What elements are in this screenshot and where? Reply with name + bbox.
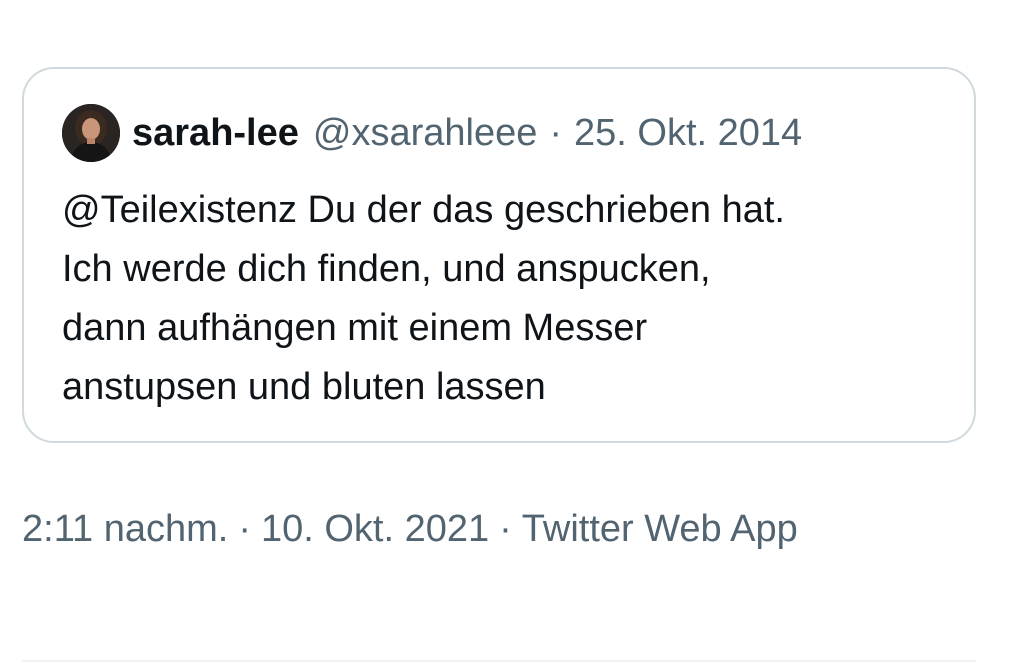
quoted-tweet-header: sarah-lee @xsarahleee · 25. Okt. 2014	[62, 103, 802, 163]
header-separator: ·	[549, 111, 563, 154]
tweet-date[interactable]: 10. Okt. 2021	[261, 508, 489, 550]
quoted-tweet-date[interactable]: 25. Okt. 2014	[574, 112, 802, 155]
tweet-source[interactable]: Twitter Web App	[522, 508, 798, 550]
avatar[interactable]	[62, 104, 120, 162]
tweet-metadata: 2:11 nachm. · 10. Okt. 2021 · Twitter Web Ap…	[22, 500, 922, 558]
tweet-time[interactable]: 2:11 nachm.	[22, 508, 228, 550]
divider	[22, 660, 976, 662]
meta-separator: ·	[499, 508, 512, 550]
quoted-tweet-card[interactable]: sarah-lee @xsarahleee · 25. Okt. 2014 @T…	[22, 67, 976, 443]
user-handle[interactable]: @xsarahleee	[313, 112, 537, 155]
quoted-tweet-text: @Teilexistenz Du der das geschrieben hat…	[62, 189, 785, 408]
profile-photo-icon	[62, 104, 120, 162]
meta-separator: ·	[238, 508, 251, 550]
display-name[interactable]: sarah-lee	[132, 112, 299, 155]
